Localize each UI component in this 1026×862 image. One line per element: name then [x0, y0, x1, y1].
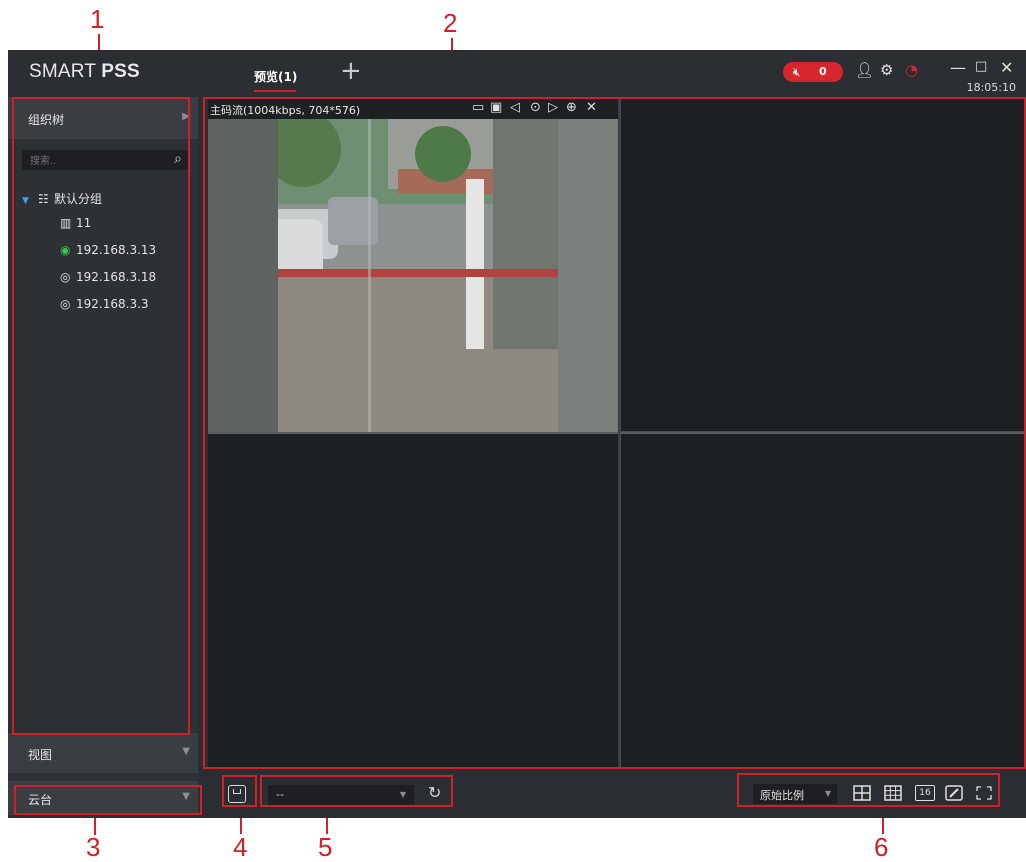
camera-online-icon: ◉ — [60, 243, 71, 257]
tree-group-label: 默认分组 — [54, 192, 103, 206]
org-tree-header[interactable]: 组织树 ▶ — [8, 97, 198, 139]
chevron-down-icon: ▼ — [399, 790, 406, 799]
chevron-down-icon: ▼ — [182, 791, 190, 802]
microphone-icon[interactable]: ⊙ — [530, 100, 541, 115]
ptz-panel-header[interactable]: 云台 ▼ — [8, 781, 198, 815]
video-pane-1[interactable]: 主码流(1004kbps, 704*576) ▭ ▣ ◁ ⊙ ▷ ⊕ ✕ — [208, 97, 618, 432]
layout-4-icon[interactable] — [853, 785, 871, 801]
layout-9-icon[interactable] — [884, 785, 902, 801]
record-icon[interactable]: ▭ — [472, 100, 484, 115]
view-panel-header[interactable]: 视图 ▼ — [8, 733, 198, 773]
callout-4: 4 — [233, 832, 248, 862]
performance-gauge-icon[interactable]: ◔︎ — [905, 61, 918, 79]
video-pane-3[interactable] — [208, 434, 618, 767]
aspect-ratio-select[interactable]: 原始比例 ▼ — [753, 784, 837, 804]
alarm-badge[interactable]: 🔇︎ 0 — [783, 62, 843, 82]
custom-layout-edit-icon[interactable] — [945, 785, 963, 801]
triangle-down-icon: ▼ — [22, 196, 29, 206]
stream-info: 主码流(1004kbps, 704*576) — [210, 104, 361, 117]
tour-cycle-icon[interactable]: ↻ — [428, 783, 441, 802]
app-logo: SMART PSS — [29, 61, 140, 83]
playback-icon[interactable]: ▷ — [548, 100, 558, 115]
chevron-down-icon: ▼ — [182, 746, 190, 757]
active-tab-indicator — [254, 90, 296, 92]
alarm-count: 0 — [819, 65, 827, 78]
org-tree-title: 组织树 — [28, 113, 65, 127]
user-icon[interactable]: 👤︎ — [855, 61, 874, 79]
add-tab-button[interactable]: + — [340, 56, 362, 86]
audio-icon[interactable]: ◁ — [510, 100, 520, 115]
search-icon[interactable]: ⌕ — [174, 151, 182, 167]
video-pane-4[interactable] — [620, 434, 1026, 767]
smart-pss-window: SMART PSS 预览(1) + 🔇︎ 0 👤︎ ⚙︎ ◔︎ — □ ✕ 18… — [8, 50, 1026, 818]
title-bar: SMART PSS 预览(1) + 🔇︎ 0 👤︎ ⚙︎ ◔︎ — □ ✕ 18… — [8, 50, 1026, 97]
callout-3: 3 — [86, 832, 101, 862]
camera-feed-image — [208, 119, 618, 432]
map-icon: ▥ — [60, 216, 72, 230]
chevron-right-icon: ▶ — [182, 111, 190, 122]
ptz-panel-title: 云台 — [28, 793, 53, 807]
tree-item-device[interactable]: ◎ 192.168.3.18 — [60, 270, 156, 284]
callout-5: 5 — [318, 832, 333, 862]
maximize-icon[interactable]: □ — [975, 59, 987, 74]
grid-divider-vertical — [618, 97, 620, 767]
search-input[interactable] — [28, 151, 162, 171]
device-search: ⌕ — [22, 150, 188, 171]
tab-preview[interactable]: 预览(1) — [254, 68, 297, 85]
system-clock: 18:05:10 — [966, 81, 1016, 94]
logo-bold-text: PSS — [101, 61, 140, 82]
tree-group-default[interactable]: ▼ ☷ 默认分组 — [22, 190, 102, 207]
callout-1: 1 — [90, 4, 105, 34]
video-grid: 主码流(1004kbps, 704*576) ▭ ▣ ◁ ⊙ ▷ ⊕ ✕ — [208, 97, 1026, 767]
view-panel-title: 视图 — [28, 748, 53, 762]
pane-toolbar: 主码流(1004kbps, 704*576) ▭ ▣ ◁ ⊙ ▷ ⊕ ✕ — [208, 97, 618, 119]
tree-item-device[interactable]: ◎ 192.168.3.3 — [60, 297, 149, 311]
close-icon[interactable]: ✕ — [1000, 58, 1013, 77]
tree-item-label: 11 — [76, 216, 92, 230]
callout-6: 6 — [874, 832, 889, 862]
layout-16-button[interactable]: 16 — [915, 785, 935, 801]
bottom-toolbar: -- ▼ ↻ 原始比例 ▼ 16 — [208, 769, 1026, 818]
zoom-in-icon[interactable]: ⊕ — [566, 100, 577, 115]
view-select[interactable]: -- ▼ — [268, 785, 414, 805]
org-hierarchy-icon: ☷ — [38, 192, 49, 206]
tree-item-label: 192.168.3.18 — [76, 270, 157, 284]
minimize-icon[interactable]: — — [950, 58, 966, 77]
logo-light-text: SMART — [29, 61, 102, 82]
alarm-mute-icon: 🔇︎ — [793, 65, 801, 79]
fullscreen-icon[interactable] — [975, 785, 993, 801]
camera-icon: ◎ — [60, 270, 71, 284]
save-view-button[interactable] — [228, 785, 246, 803]
view-select-value: -- — [276, 788, 284, 801]
snapshot-icon[interactable]: ▣ — [490, 100, 502, 115]
sidebar: 组织树 ▶ ⌕ ▼ ☷ 默认分组 ▥ 11 ◉ 192.168.3.13 ◎ 192.16… — [8, 97, 198, 818]
callout-3-leader — [94, 815, 96, 835]
aspect-ratio-value: 原始比例 — [760, 789, 804, 802]
camera-icon: ◎ — [60, 297, 71, 311]
callout-2: 2 — [443, 8, 458, 38]
close-pane-icon[interactable]: ✕ — [586, 100, 597, 115]
chevron-down-icon: ▼ — [824, 789, 831, 798]
settings-gear-icon[interactable]: ⚙︎ — [880, 61, 893, 79]
tree-item-label: 192.168.3.13 — [76, 243, 157, 257]
tree-item-label: 192.168.3.3 — [76, 297, 149, 311]
tree-item-map[interactable]: ▥ 11 — [60, 216, 91, 230]
video-pane-2[interactable] — [620, 97, 1026, 432]
tree-item-device[interactable]: ◉ 192.168.3.13 — [60, 243, 156, 257]
grid-divider-horizontal — [208, 432, 1026, 434]
